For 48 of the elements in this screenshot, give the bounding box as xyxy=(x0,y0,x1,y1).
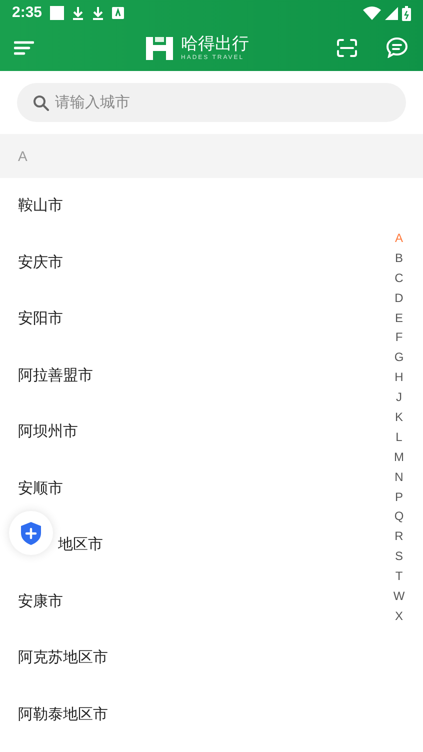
download-icon xyxy=(72,6,84,20)
chat-button[interactable] xyxy=(385,36,409,60)
section-header: A xyxy=(18,146,28,166)
status-time: 2:35 xyxy=(12,2,42,23)
city-item[interactable]: 安庆市 xyxy=(0,234,379,291)
app-logo-icon xyxy=(146,35,173,60)
index-letter[interactable]: P xyxy=(394,488,403,508)
wifi-icon xyxy=(363,6,381,20)
index-letter[interactable]: W xyxy=(393,587,405,607)
index-letter[interactable]: B xyxy=(394,248,403,269)
index-letter[interactable]: M xyxy=(394,448,404,468)
battery-icon xyxy=(402,6,411,20)
index-letter[interactable]: Q xyxy=(394,507,404,528)
shield-button[interactable] xyxy=(9,511,53,555)
city-item[interactable]: 鞍山市 xyxy=(0,178,379,234)
index-letter[interactable]: S xyxy=(394,547,403,568)
index-letter[interactable]: N xyxy=(394,468,404,488)
notification-icon xyxy=(50,6,64,20)
app-notification-icon xyxy=(112,7,124,19)
index-letter[interactable]: R xyxy=(394,527,404,548)
index-letter[interactable]: T xyxy=(395,567,403,588)
city-item[interactable]: 安阳市 xyxy=(0,291,379,348)
search-icon xyxy=(33,95,49,111)
index-letter[interactable]: D xyxy=(394,288,404,309)
index-letter[interactable]: K xyxy=(394,408,403,428)
search-field[interactable]: 请输入城市 xyxy=(17,83,406,122)
download-icon xyxy=(92,6,104,20)
index-letter[interactable]: J xyxy=(396,388,402,408)
city-item[interactable]: 地区市 xyxy=(0,517,379,574)
brand-name: 哈得出行 xyxy=(181,34,249,53)
city-item[interactable]: 安康市 xyxy=(0,574,379,630)
city-item[interactable]: 阿克苏地区市 xyxy=(0,630,379,686)
chat-icon xyxy=(386,37,408,58)
signal-icon xyxy=(385,6,398,20)
shield-plus-icon xyxy=(21,522,41,544)
menu-icon xyxy=(14,40,34,54)
city-item[interactable]: 阿坝州市 xyxy=(0,404,379,460)
index-letter[interactable]: L xyxy=(396,428,402,448)
index-letter[interactable]: C xyxy=(394,268,404,289)
city-item[interactable]: 阿勒泰地区市 xyxy=(0,686,379,743)
index-letter[interactable]: H xyxy=(394,368,404,388)
index-letter[interactable]: X xyxy=(394,606,403,627)
index-letter[interactable]: G xyxy=(394,348,404,368)
city-item[interactable]: 安顺市 xyxy=(0,460,379,517)
index-letter[interactable]: F xyxy=(395,328,403,348)
index-letter[interactable]: E xyxy=(394,308,403,328)
scan-icon xyxy=(337,38,357,56)
city-item[interactable]: 阿拉善盟市 xyxy=(0,348,379,404)
